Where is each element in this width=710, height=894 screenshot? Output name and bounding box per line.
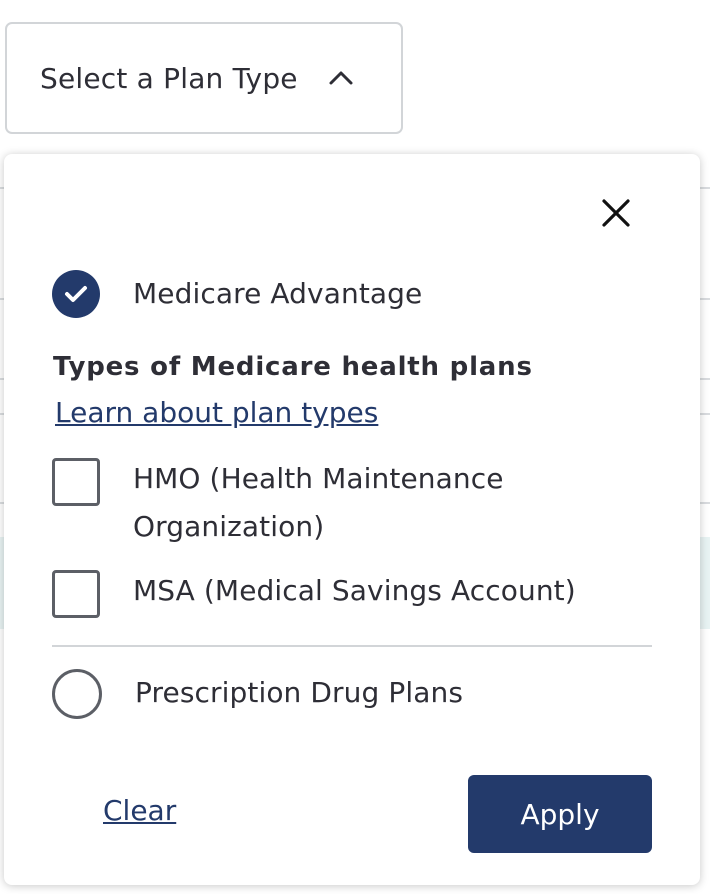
option-label: HMO (Health Maintenance Organization) (133, 462, 504, 543)
divider (52, 645, 652, 647)
plan-type-dropdown-label: Select a Plan Type (40, 61, 298, 95)
option-label: MSA (Medical Savings Account) (133, 574, 576, 607)
option-medicare-advantage[interactable]: Medicare Advantage (52, 270, 422, 318)
option-msa[interactable]: MSA (Medical Savings Account) (52, 570, 576, 618)
radio-button[interactable] (52, 669, 102, 719)
plan-type-popover: Medicare Advantage Types of Medicare hea… (4, 154, 700, 885)
option-prescription-drug-plans[interactable]: Prescription Drug Plans (52, 669, 463, 719)
option-label: Prescription Drug Plans (135, 676, 464, 709)
plan-type-dropdown[interactable]: Select a Plan Type (5, 22, 403, 134)
close-icon[interactable] (597, 194, 635, 232)
checkmark-radio-icon[interactable] (52, 270, 100, 318)
option-label: Medicare Advantage (133, 277, 423, 310)
section-heading: Types of Medicare health plans (53, 352, 533, 382)
clear-button[interactable]: Clear (103, 794, 176, 827)
msa-checkbox[interactable] (52, 570, 100, 618)
learn-about-plan-types-link[interactable]: Learn about plan types (55, 396, 378, 429)
hmo-checkbox[interactable] (52, 458, 100, 506)
apply-button[interactable]: Apply (468, 775, 652, 853)
chevron-up-icon (328, 65, 354, 91)
option-hmo[interactable]: HMO (Health Maintenance Organization) (52, 458, 573, 551)
